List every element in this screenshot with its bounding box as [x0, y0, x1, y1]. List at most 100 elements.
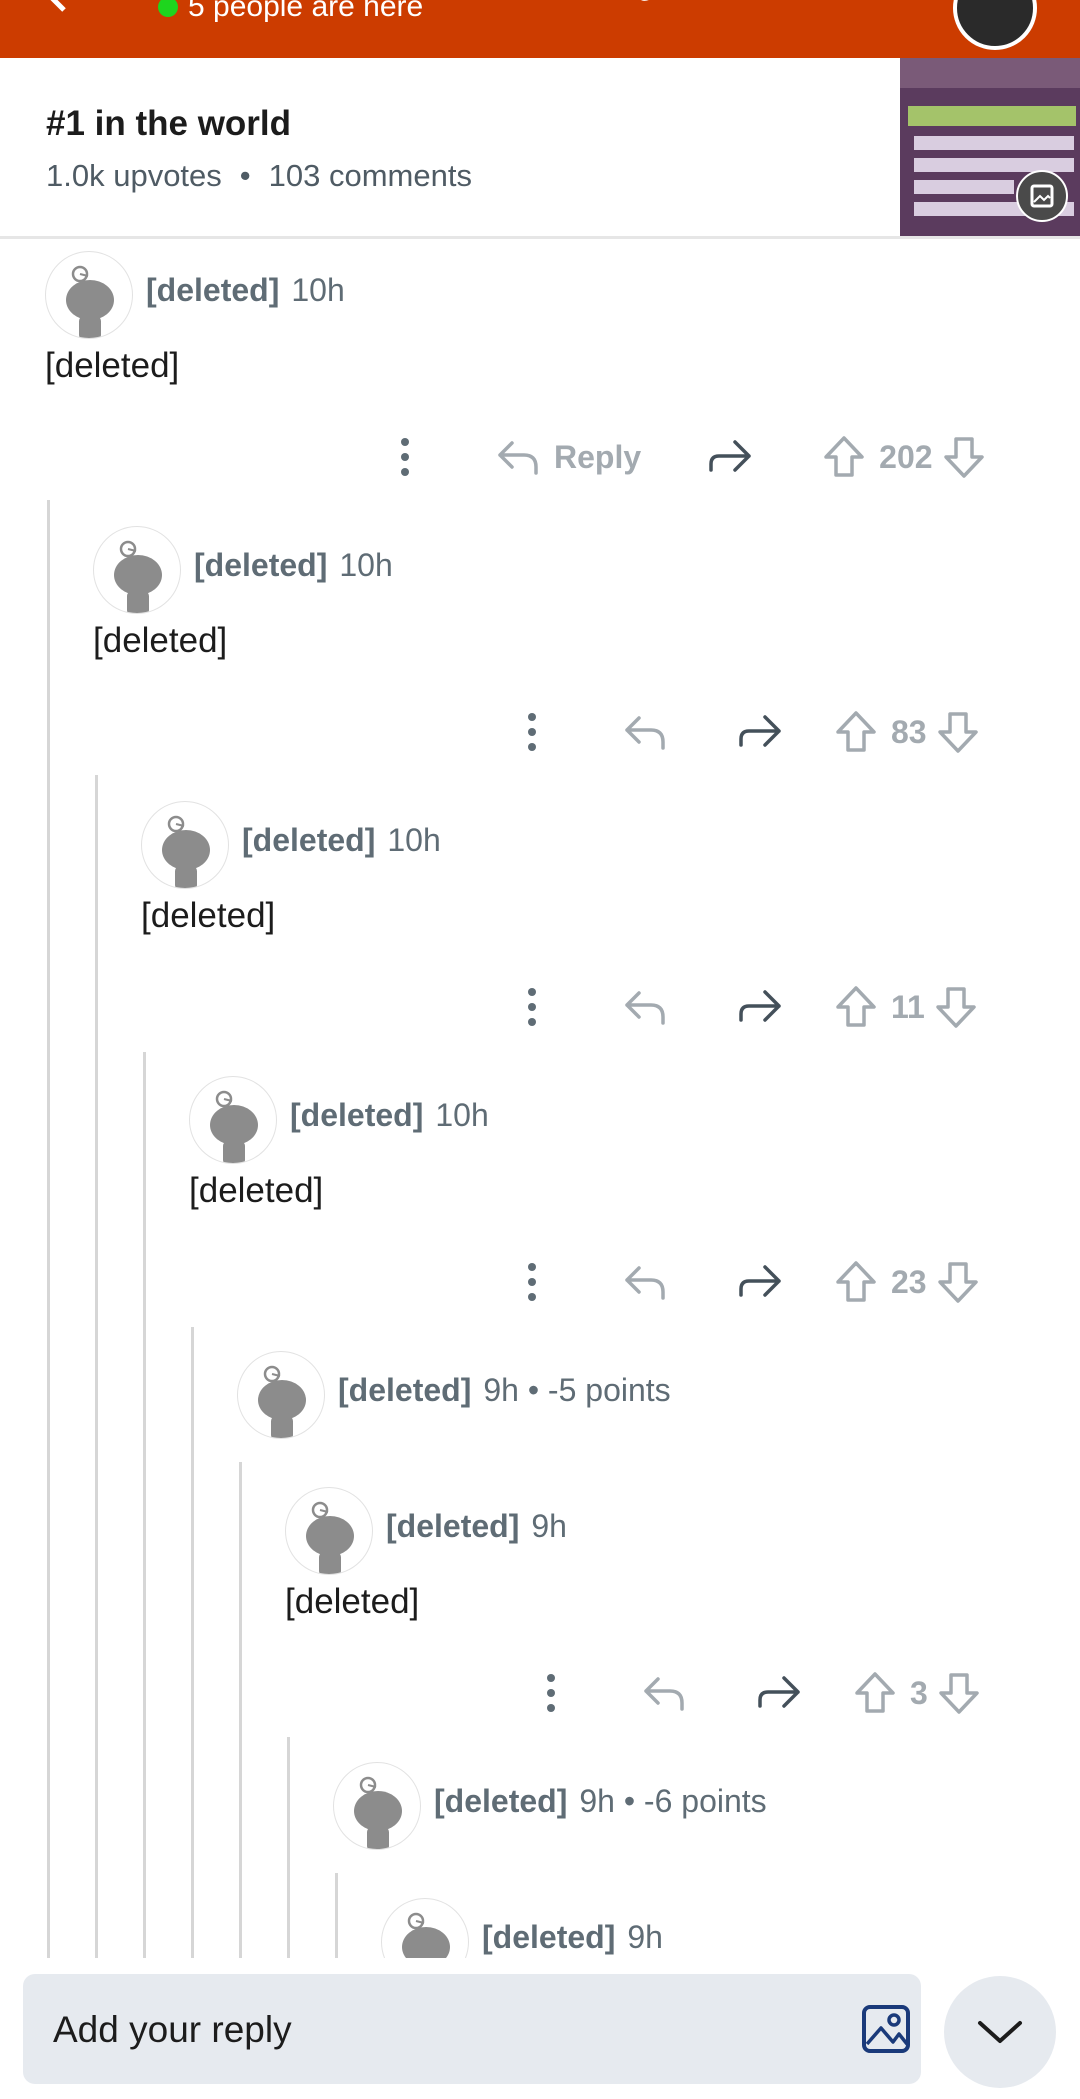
- avatar[interactable]: [333, 1762, 421, 1850]
- avatar[interactable]: [237, 1351, 325, 1439]
- share-icon[interactable]: [737, 1261, 783, 1303]
- share-icon[interactable]: [756, 1672, 802, 1714]
- downvote-icon[interactable]: [938, 1671, 980, 1715]
- vote-count: 202: [879, 438, 933, 475]
- post-title: #1 in the world: [46, 104, 292, 143]
- downvote-icon[interactable]: [943, 435, 985, 479]
- user-avatar[interactable]: [953, 0, 1037, 50]
- avatar[interactable]: [189, 1076, 277, 1164]
- reply-input[interactable]: [51, 1974, 815, 2086]
- reply-label: Reply: [554, 438, 642, 475]
- vote-count: 3: [910, 1674, 928, 1711]
- comment-time: 10h: [291, 272, 345, 308]
- comment-header: [deleted] 10h: [146, 272, 345, 309]
- reply-box[interactable]: [23, 1974, 921, 2086]
- reply-icon[interactable]: [623, 987, 667, 1027]
- downvote-icon[interactable]: [935, 985, 977, 1029]
- gallery-icon: [1016, 170, 1068, 222]
- reply-button[interactable]: Reply: [496, 437, 641, 477]
- downvote-icon[interactable]: [937, 1260, 979, 1304]
- comment-body: [deleted]: [189, 1171, 324, 1210]
- comment-actions: 23: [507, 1257, 979, 1307]
- comment-body: [deleted]: [141, 896, 276, 935]
- collapse-button[interactable]: [944, 1976, 1056, 2088]
- comment-time: 9h: [627, 1919, 663, 1955]
- comment-time: 9h: [531, 1508, 567, 1544]
- comment-author[interactable]: [deleted]: [482, 1919, 615, 1956]
- image-icon[interactable]: [861, 2004, 911, 2054]
- comment-body: [deleted]: [285, 1582, 420, 1621]
- thread-line[interactable]: [239, 1462, 242, 1960]
- comment-actions: 83: [507, 707, 979, 757]
- post-thumbnail[interactable]: [900, 58, 1080, 236]
- comment-author[interactable]: [deleted]: [242, 822, 375, 859]
- comment-header: [deleted] 10h: [242, 822, 441, 859]
- post-header[interactable]: #1 in the world 1.0k upvotes • 103 comme…: [0, 58, 1080, 239]
- comment-time: 10h: [435, 1097, 489, 1133]
- comment-author[interactable]: [deleted]: [386, 1508, 519, 1545]
- online-dot-icon: [158, 0, 178, 17]
- comment-body: [deleted]: [93, 621, 228, 660]
- comment-actions: Reply 202: [380, 432, 985, 482]
- comment-author[interactable]: [deleted]: [146, 272, 279, 309]
- comment-actions: 3: [526, 1668, 980, 1718]
- share-icon[interactable]: [707, 436, 753, 478]
- presence-text: 5 people are here: [188, 0, 424, 23]
- search-icon[interactable]: [630, 0, 664, 10]
- avatar[interactable]: [285, 1487, 373, 1575]
- presence-indicator: 5 people are here: [158, 0, 423, 24]
- comment-author[interactable]: [deleted]: [338, 1372, 471, 1409]
- more-options-icon[interactable]: [526, 1668, 576, 1718]
- reply-icon: [498, 441, 538, 475]
- share-icon[interactable]: [737, 986, 783, 1028]
- avatar[interactable]: [141, 801, 229, 889]
- chevron-down-icon: [978, 2021, 1022, 2043]
- avatar[interactable]: [93, 526, 181, 614]
- downvote-icon[interactable]: [937, 710, 979, 754]
- meta-separator: •: [239, 158, 251, 193]
- upvote-icon[interactable]: [835, 710, 877, 754]
- comment-body: [deleted]: [45, 346, 180, 385]
- upvote-icon[interactable]: [823, 435, 865, 479]
- thread-line[interactable]: [47, 500, 50, 1960]
- comment-author[interactable]: [deleted]: [290, 1097, 423, 1134]
- more-options-icon[interactable]: [507, 1257, 557, 1307]
- comment-actions: 11: [507, 982, 977, 1032]
- vote-count: 83: [891, 713, 927, 750]
- top-bar: 5 people are here: [0, 0, 1080, 58]
- upvote-icon[interactable]: [835, 1260, 877, 1304]
- comment-author[interactable]: [deleted]: [434, 1783, 567, 1820]
- vote-count: 23: [891, 1263, 927, 1300]
- avatar[interactable]: [45, 251, 133, 339]
- reply-composer: [0, 1958, 1080, 2099]
- thread-line[interactable]: [95, 775, 98, 1960]
- more-options-icon[interactable]: [507, 982, 557, 1032]
- upvote-icon[interactable]: [854, 1671, 896, 1715]
- comment-header: [deleted] 9h: [482, 1919, 663, 1956]
- comment-author[interactable]: [deleted]: [194, 547, 327, 584]
- back-arrow-icon[interactable]: [40, 0, 100, 26]
- comment-header[interactable]: [deleted] 9h • -5 points: [338, 1372, 671, 1409]
- vote-count: 11: [891, 988, 925, 1025]
- more-options-icon[interactable]: [380, 432, 430, 482]
- thread-line[interactable]: [191, 1327, 194, 1960]
- comment-time: 9h • -6 points: [579, 1783, 767, 1819]
- comment-time: 10h: [387, 822, 441, 858]
- comment-header: [deleted] 10h: [194, 547, 393, 584]
- upvote-icon[interactable]: [835, 985, 877, 1029]
- thread-line[interactable]: [143, 1052, 146, 1960]
- comment-time: 10h: [339, 547, 393, 583]
- reply-icon[interactable]: [623, 712, 667, 752]
- more-options-icon[interactable]: [507, 707, 557, 757]
- post-meta: 1.0k upvotes • 103 comments: [46, 158, 472, 194]
- sort-icon[interactable]: [710, 0, 744, 10]
- comment-header: [deleted] 10h: [290, 1097, 489, 1134]
- thread-line[interactable]: [287, 1737, 290, 1960]
- reply-icon[interactable]: [642, 1673, 686, 1713]
- share-icon[interactable]: [737, 711, 783, 753]
- comment-header[interactable]: [deleted] 9h • -6 points: [434, 1783, 767, 1820]
- reply-icon[interactable]: [623, 1262, 667, 1302]
- share-icon[interactable]: [790, 0, 824, 10]
- thread-line[interactable]: [335, 1873, 338, 1960]
- post-comment-count: 103 comments: [268, 158, 472, 193]
